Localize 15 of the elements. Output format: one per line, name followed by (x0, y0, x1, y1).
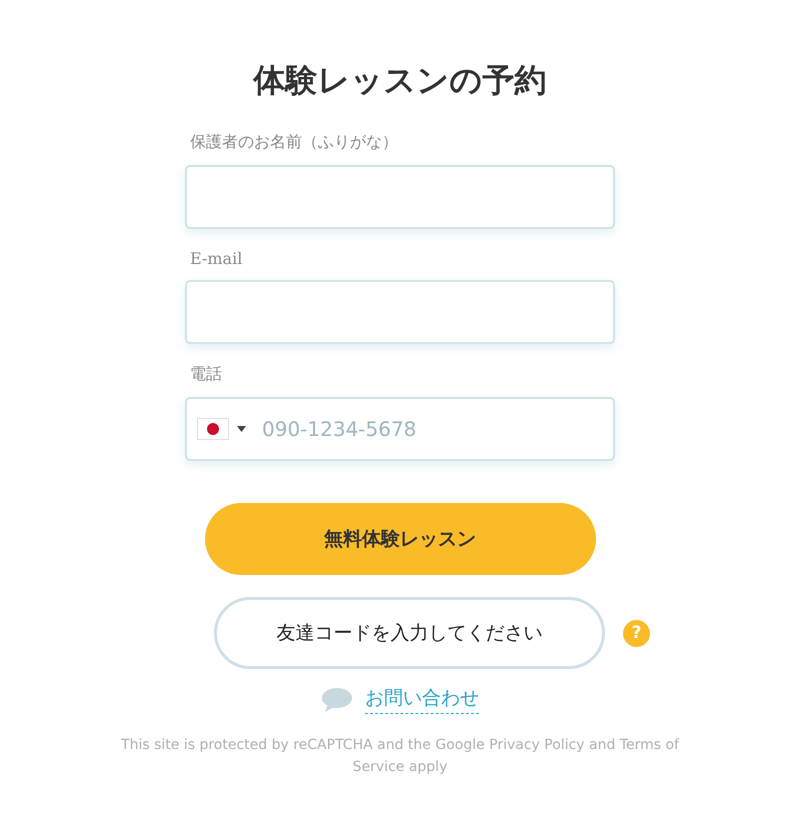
referral-code-button[interactable]: 友達コードを入力してください (214, 597, 605, 669)
country-selector[interactable] (197, 418, 246, 440)
flag-icon (197, 418, 229, 440)
phone-field[interactable]: 090-1234-5678 (185, 397, 615, 461)
input-field[interactable] (185, 280, 615, 344)
phone-number-input[interactable]: 090-1234-5678 (260, 416, 613, 442)
recaptcha-notice: This site is protected by reCAPTCHA and the Google Privacy Policy and Terms of Service apply (120, 736, 680, 777)
submit-button[interactable]: 無料体験レッスン (204, 503, 596, 575)
dropdown-caret-icon (237, 426, 246, 432)
field-label: 保護者のお名前（ふりがな） (190, 132, 399, 153)
speech-bubble-icon (321, 686, 353, 712)
field-label: 電話 (190, 364, 223, 385)
field-label: E-mail (190, 249, 244, 268)
input-field[interactable] (185, 165, 615, 229)
page-title: 体験レッスンの予約 (254, 60, 546, 101)
